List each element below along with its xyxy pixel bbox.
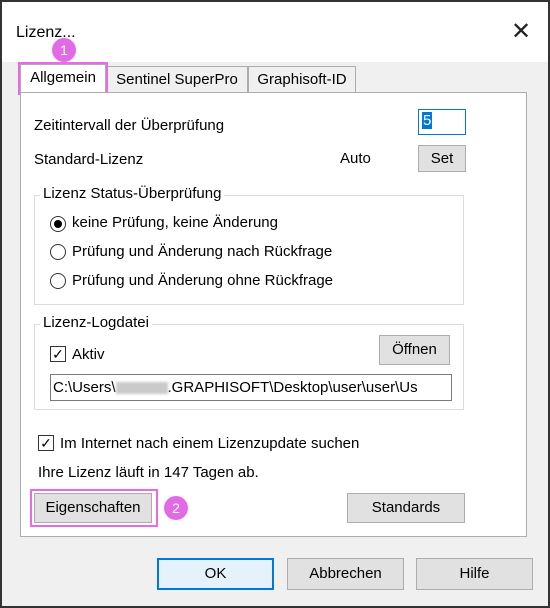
annotation-badge-2: 2: [164, 496, 188, 520]
redacted-username: [115, 382, 168, 395]
title-bar: Lizenz... ✕: [2, 2, 548, 62]
interval-label: Zeitintervall der Überprüfung: [34, 117, 225, 134]
set-button[interactable]: Set: [418, 145, 466, 172]
license-status-group-title: Lizenz Status-Überprüfung: [40, 185, 225, 202]
standards-button[interactable]: Standards: [347, 493, 465, 523]
logfile-path-prefix: C:\Users\: [53, 379, 116, 396]
radio-selected-dot: [54, 220, 62, 228]
checkmark-icon: ✓: [52, 346, 64, 362]
license-expiry-text: Ihre Lizenz läuft in 147 Tagen ab.: [38, 464, 259, 481]
close-icon[interactable]: ✕: [507, 18, 535, 46]
tab-graphisoft-id[interactable]: Graphisoft-ID: [248, 66, 356, 92]
interval-value: 5: [422, 112, 433, 129]
annotation-badge-1: 1: [52, 38, 76, 62]
standard-license-label: Standard-Lizenz: [34, 151, 144, 168]
standard-license-field[interactable]: Auto: [337, 143, 409, 172]
internet-update-label: Im Internet nach einem Lizenzupdate such…: [60, 435, 360, 452]
active-checkbox[interactable]: ✓: [50, 346, 66, 362]
help-button[interactable]: Hilfe: [416, 558, 533, 590]
radio-check-without-prompt-label: Prüfung und Änderung ohne Rückfrage: [72, 272, 334, 289]
interval-input[interactable]: 5: [418, 109, 466, 135]
annotation-highlight-tab: [18, 62, 108, 95]
internet-update-checkbox[interactable]: ✓: [38, 435, 54, 451]
radio-no-check-label: keine Prüfung, keine Änderung: [72, 214, 278, 231]
radio-check-with-prompt-label: Prüfung und Änderung nach Rückfrage: [72, 243, 333, 260]
annotation-highlight-properties: [30, 489, 158, 527]
cancel-button[interactable]: Abbrechen: [287, 558, 404, 590]
logfile-path-field[interactable]: C:\Users\ .GRAPHISOFT\Desktop\user\user\U…: [50, 374, 452, 401]
open-button[interactable]: Öffnen: [379, 335, 450, 365]
logfile-group-title: Lizenz-Logdatei: [40, 314, 152, 331]
ok-button[interactable]: OK: [157, 558, 274, 590]
logfile-path-suffix: .GRAPHISOFT\Desktop\user\user\Us: [167, 379, 418, 396]
active-label: Aktiv: [72, 346, 105, 363]
tab-sentinel-superpro[interactable]: Sentinel SuperPro: [106, 66, 248, 92]
radio-check-with-prompt[interactable]: [50, 244, 66, 260]
license-dialog: Lizenz... ✕ Allgemein Sentinel SuperPro …: [0, 0, 550, 608]
radio-no-check[interactable]: [50, 216, 66, 232]
checkmark-icon: ✓: [40, 435, 52, 451]
radio-check-without-prompt[interactable]: [50, 273, 66, 289]
